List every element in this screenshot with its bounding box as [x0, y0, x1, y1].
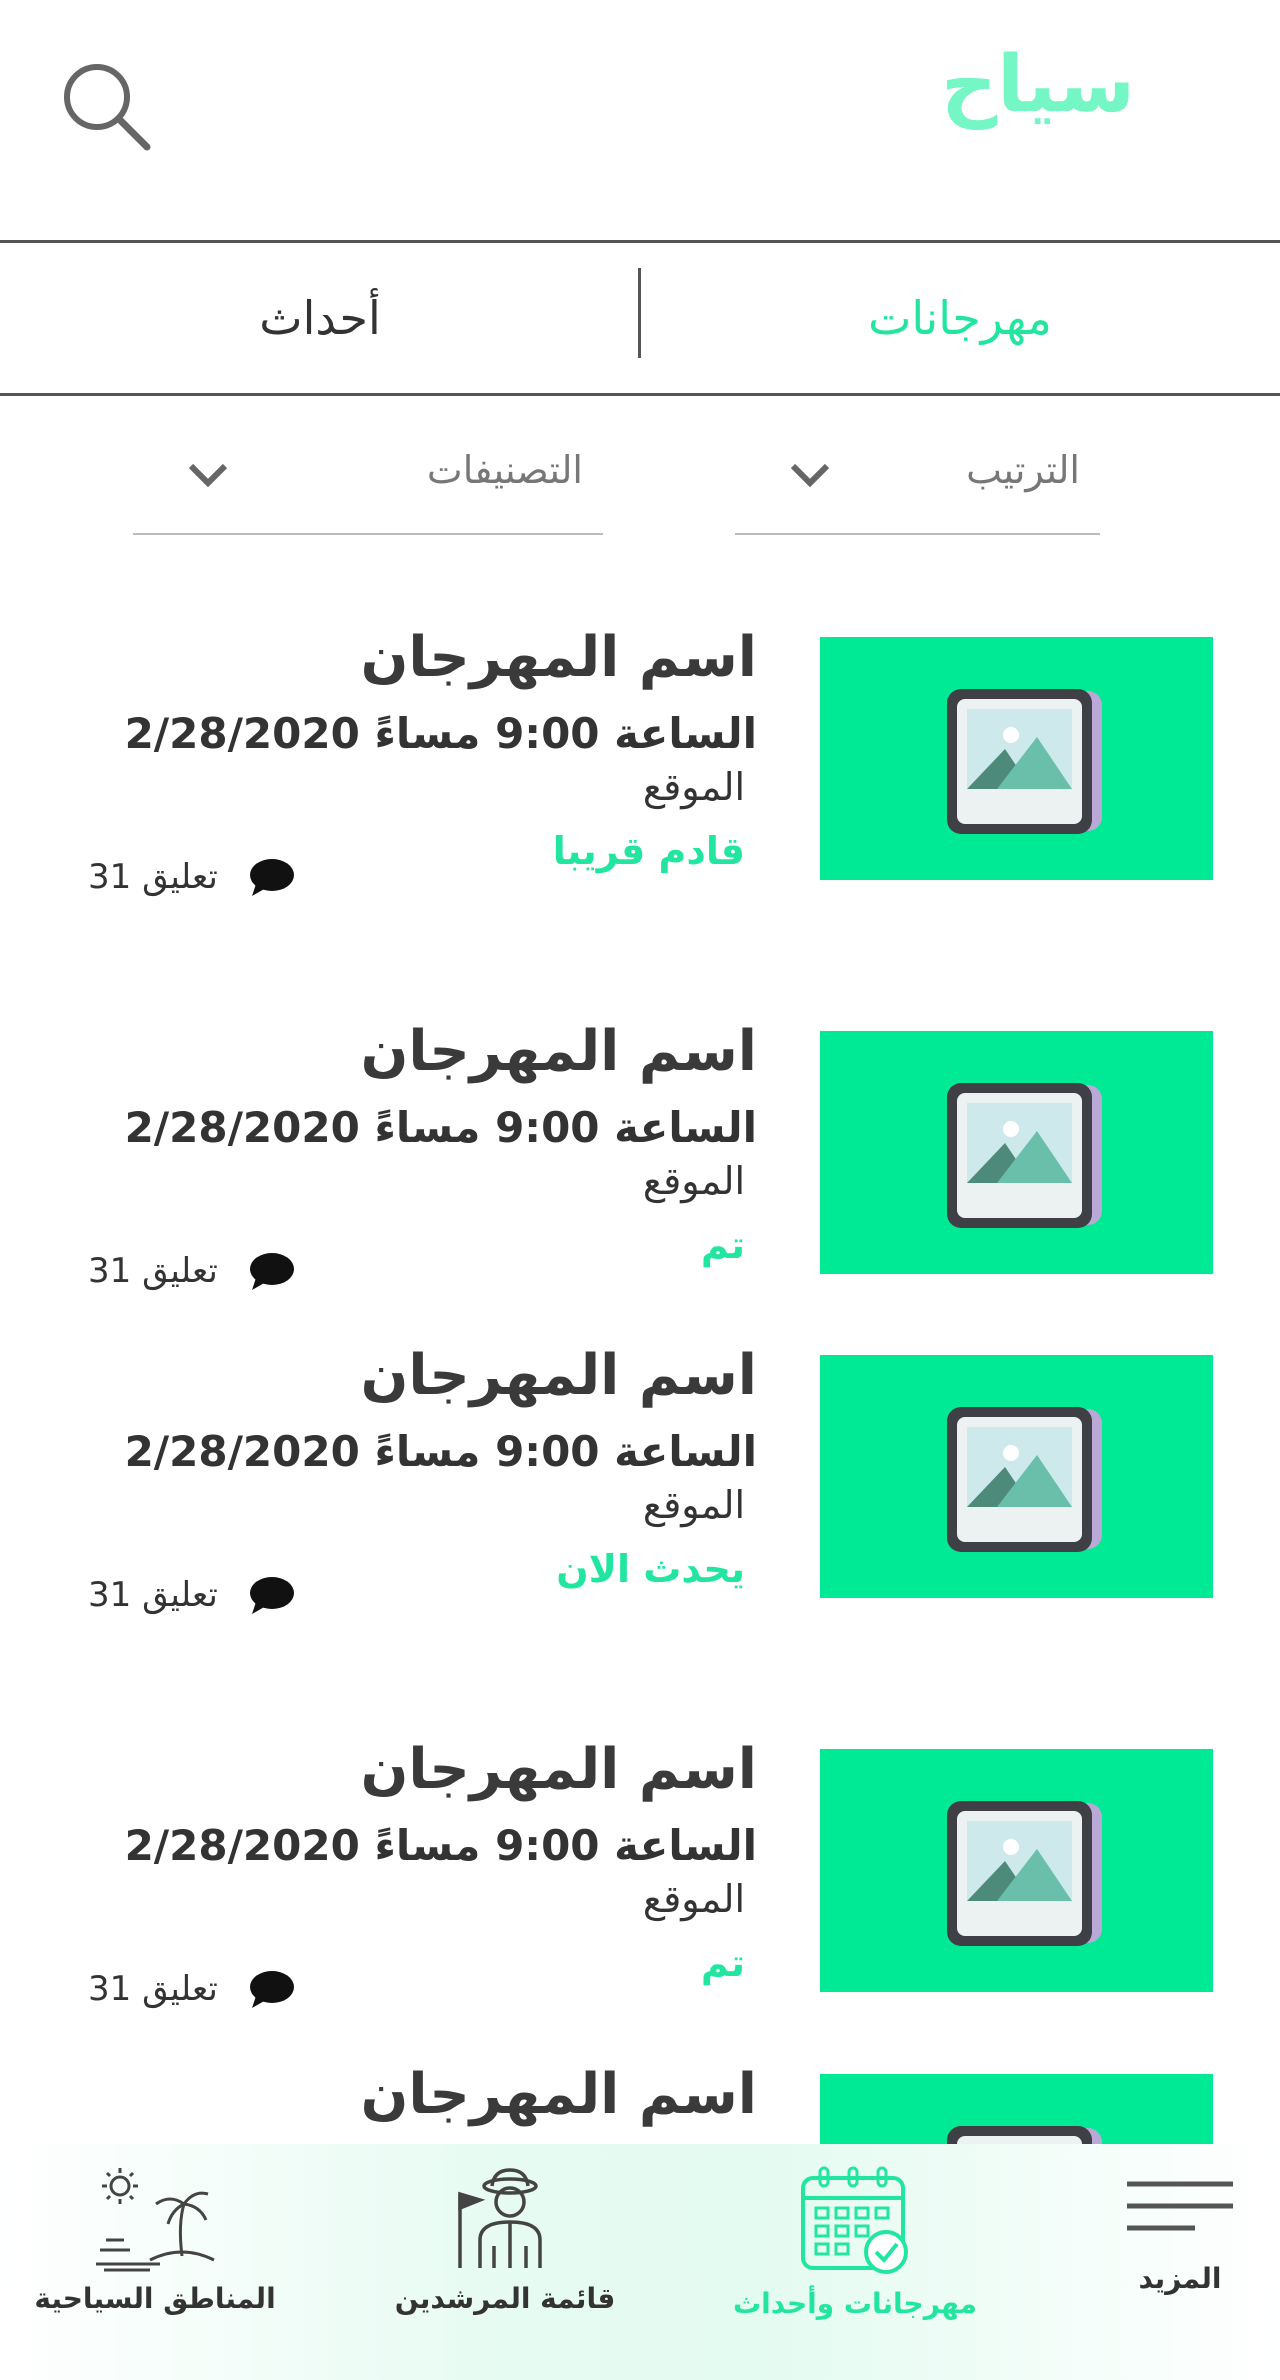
nav-label-tourist-areas: المناطق السياحية	[34, 2282, 276, 2315]
festival-title[interactable]: اسم المهرجان	[361, 1737, 757, 1802]
calendar-check-icon	[800, 2166, 908, 2274]
status-badge: تم	[700, 1223, 745, 1267]
comments-count[interactable]: تعليق 31	[88, 1249, 296, 1293]
festival-time: الساعة 9:00 مساءً 2/28/2020	[124, 1821, 757, 1870]
bottom-nav: المزيد مهرجانات وأحداث قائمة المرشدين ال…	[0, 2144, 1280, 2380]
festival-card: اسم المهرجان الساعة 9:00 مساءً 2/28/2020…	[0, 1343, 1280, 1617]
tab-festivals[interactable]: مهرجانات	[640, 243, 1280, 393]
nav-label-more: المزيد	[1138, 2262, 1222, 2295]
festival-title[interactable]: اسم المهرجان	[361, 625, 757, 690]
festival-location: الموقع	[642, 1877, 745, 1921]
nav-label-festivals-events: مهرجانات وأحداث	[733, 2287, 977, 2320]
nav-item-tourist-areas[interactable]: المناطق السياحية	[34, 2144, 276, 2380]
comments-label: تعليق 31	[88, 1251, 218, 1291]
comment-icon	[249, 1577, 294, 1614]
festival-card: اسم المهرجان الساعة 9:00 مساءً 2/28/2020…	[0, 625, 1280, 899]
comments-count[interactable]: تعليق 31	[88, 1573, 296, 1617]
app-header: سياح	[0, 0, 1280, 240]
festival-card: اسم المهرجان الساعة 9:00 مساءً 2/28/2020…	[0, 1019, 1280, 1293]
image-placeholder-icon	[946, 1800, 1102, 1946]
search-button[interactable]	[55, 55, 155, 155]
status-badge: تم	[700, 1941, 745, 1985]
nav-item-guides[interactable]: قائمة المرشدين	[390, 2144, 620, 2380]
festival-card: اسم المهرجان الساعة 9:00 مساءً 2/28/2020…	[0, 1737, 1280, 2011]
search-icon	[64, 64, 151, 151]
comments-label: تعليق 31	[88, 1575, 218, 1615]
festival-image[interactable]	[820, 1031, 1213, 1274]
image-placeholder-icon	[946, 1082, 1102, 1228]
chevron-down-icon	[188, 463, 228, 488]
comment-icon	[249, 1253, 294, 1290]
comments-count[interactable]: تعليق 31	[88, 855, 296, 899]
tab-events[interactable]: أحداث	[0, 243, 640, 393]
festival-title[interactable]: اسم المهرجان	[361, 1343, 757, 1408]
categories-dropdown[interactable]: التصنيفات	[133, 430, 603, 535]
image-placeholder-icon	[946, 1406, 1102, 1552]
tab-bar: مهرجانات أحداث	[0, 243, 1280, 393]
categories-label: التصنيفات	[426, 448, 583, 492]
festival-image[interactable]	[820, 1355, 1213, 1598]
beach-island-icon	[96, 2168, 215, 2272]
comments-label: تعليق 31	[88, 857, 218, 897]
comment-icon	[249, 859, 294, 896]
festival-time: الساعة 9:00 مساءً 2/28/2020	[124, 1427, 757, 1476]
image-placeholder-icon	[946, 688, 1102, 834]
festival-time: الساعة 9:00 مساءً 2/28/2020	[124, 1103, 757, 1152]
tabs-divider	[0, 393, 1280, 396]
festival-title[interactable]: اسم المهرجان	[361, 1019, 757, 1084]
sort-dropdown[interactable]: الترتيب	[735, 430, 1100, 535]
chevron-down-icon	[790, 463, 830, 488]
comments-label: تعليق 31	[88, 1969, 218, 2009]
nav-label-guides: قائمة المرشدين	[394, 2282, 616, 2315]
festival-location: الموقع	[642, 765, 745, 809]
festival-image[interactable]	[820, 637, 1213, 880]
festival-image[interactable]	[820, 1749, 1213, 1992]
festival-location: الموقع	[642, 1159, 745, 1203]
tour-guide-icon	[458, 2168, 542, 2268]
comment-icon	[249, 1971, 294, 2008]
festival-location: الموقع	[642, 1483, 745, 1527]
comments-count[interactable]: تعليق 31	[88, 1967, 296, 2011]
status-badge: يحدث الان	[556, 1547, 745, 1591]
sort-label: الترتيب	[966, 448, 1080, 492]
status-badge: قادم قريبا	[552, 829, 745, 873]
nav-item-festivals-events[interactable]: مهرجانات وأحداث	[730, 2144, 980, 2380]
menu-icon	[1127, 2181, 1233, 2231]
nav-item-more[interactable]: المزيد	[1100, 2144, 1260, 2380]
festival-title[interactable]: اسم المهرجان	[361, 2062, 757, 2127]
festival-time: الساعة 9:00 مساءً 2/28/2020	[124, 709, 757, 758]
app-logo: سياح	[940, 40, 1135, 130]
